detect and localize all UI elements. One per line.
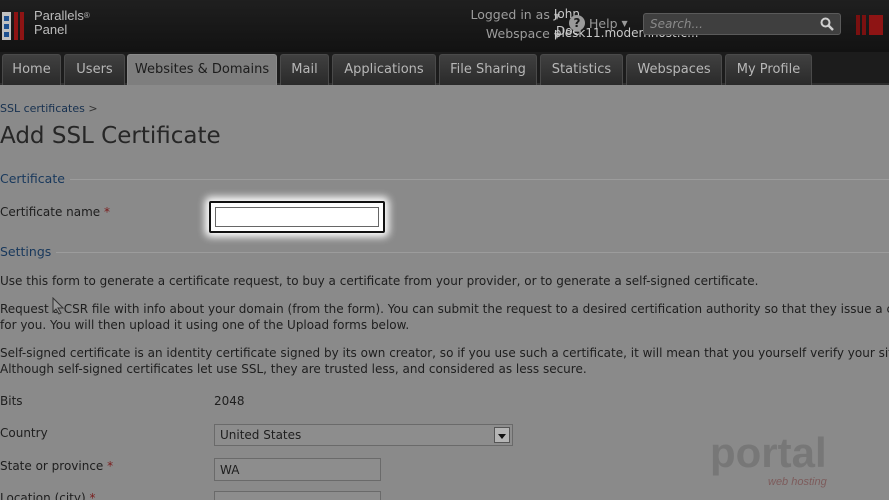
- parallels-logo[interactable]: Parallels® Panel: [0, 6, 110, 46]
- main-content: SSL certificates > Add SSL Certificate C…: [0, 87, 889, 500]
- required-mark: *: [89, 491, 96, 500]
- state-input-value: WA: [220, 463, 240, 477]
- chevron-down-icon: ▼: [621, 18, 628, 28]
- required-mark: *: [107, 459, 114, 473]
- logo-text: Parallels® Panel: [34, 8, 90, 37]
- settings-description: Use this form to generate a certificate …: [0, 274, 759, 288]
- breadcrumb: SSL certificates >: [0, 102, 98, 115]
- top-header: Parallels® Panel Logged in as John Doe ▼…: [0, 0, 889, 52]
- section-divider: [70, 179, 889, 180]
- country-selected-value: United States: [220, 428, 302, 442]
- portal-watermark-logo: portal web hosting: [710, 429, 828, 488]
- section-settings-title: Settings: [0, 244, 52, 259]
- webspace-label: Webspace: [485, 26, 550, 41]
- watermark-text: portal: [710, 429, 827, 476]
- self-signed-description-line2: Although self-signed certificates let us…: [0, 362, 587, 376]
- page-title: Add SSL Certificate: [0, 123, 221, 149]
- location-input[interactable]: [214, 491, 381, 500]
- main-nav: Home Users Websites & Domains Mail Appli…: [0, 52, 889, 85]
- tab-users[interactable]: Users: [64, 54, 125, 85]
- tab-websites-domains[interactable]: Websites & Domains: [127, 54, 277, 85]
- mouse-cursor-icon: [52, 297, 64, 315]
- certificate-name-field-highlight: [209, 201, 385, 233]
- required-mark: *: [104, 205, 111, 219]
- tab-mail[interactable]: Mail: [280, 54, 329, 85]
- parallels-brand-icon: [856, 15, 883, 35]
- self-signed-description-line1: Self-signed certificate is an identity c…: [0, 346, 889, 360]
- csr-description-line1: Request a CSR file with info about your …: [0, 302, 889, 316]
- help-menu[interactable]: ? Help ▼: [569, 15, 628, 31]
- tab-home[interactable]: Home: [2, 54, 61, 85]
- logged-in-label: Logged in as: [470, 7, 550, 22]
- search-input[interactable]: [650, 16, 810, 32]
- country-label: Country: [0, 426, 48, 440]
- bits-value: 2048: [214, 394, 245, 408]
- logo-line1: Parallels: [34, 8, 84, 23]
- help-icon: ?: [569, 15, 585, 31]
- watermark-subtext: web hosting: [768, 476, 828, 488]
- csr-description-line2: for you. You will then upload it using o…: [0, 318, 410, 332]
- dropdown-arrow-icon[interactable]: [494, 427, 510, 443]
- logo-line2: Panel: [34, 22, 68, 37]
- parallels-logo-icon: [2, 12, 24, 40]
- section-divider: [56, 252, 889, 253]
- country-select[interactable]: United States: [214, 424, 513, 446]
- search-box[interactable]: [643, 13, 841, 35]
- location-label: Location (city) *: [0, 491, 96, 500]
- state-input[interactable]: WA: [214, 458, 381, 481]
- user-info: Logged in as John Doe ▼ Webspace plesk11…: [290, 6, 698, 44]
- bits-label: Bits: [0, 394, 23, 408]
- certificate-name-label: Certificate name *: [0, 205, 110, 219]
- search-icon[interactable]: [820, 17, 834, 31]
- state-label-text: State or province: [0, 459, 104, 473]
- tab-file-sharing[interactable]: File Sharing: [439, 54, 537, 85]
- tab-statistics[interactable]: Statistics: [540, 54, 623, 85]
- tab-my-profile[interactable]: My Profile: [725, 54, 812, 85]
- tab-applications[interactable]: Applications: [332, 54, 436, 85]
- location-label-text: Location (city): [0, 491, 86, 500]
- breadcrumb-separator: >: [88, 102, 98, 115]
- help-label: Help: [589, 15, 618, 31]
- section-certificate-title: Certificate: [0, 171, 65, 186]
- certificate-name-input[interactable]: [215, 207, 379, 227]
- tab-webspaces[interactable]: Webspaces: [626, 54, 722, 85]
- state-label: State or province *: [0, 459, 113, 473]
- certificate-name-label-text: Certificate name: [0, 205, 101, 219]
- breadcrumb-ssl-certificates[interactable]: SSL certificates: [0, 102, 85, 115]
